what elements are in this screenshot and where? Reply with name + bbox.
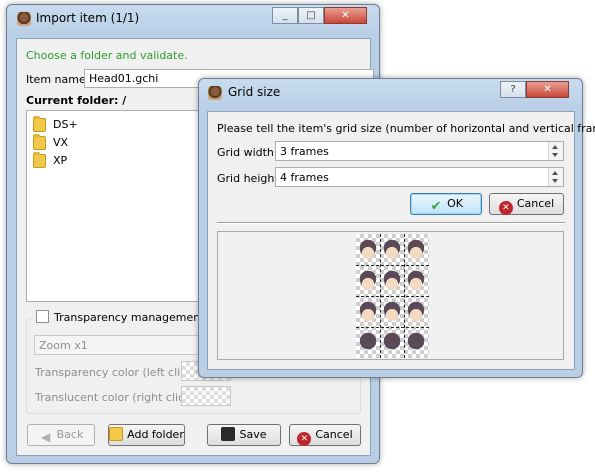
grid-width-stepper[interactable] [548,142,563,160]
back-button-label: Back [56,428,84,441]
transparency-label: Transparency management [54,311,205,324]
sprite-frame [382,301,402,321]
sprite-frame [382,270,402,290]
cancel-icon: ✕ [297,432,312,446]
ok-button-label: OK [447,197,463,210]
save-button-label: Save [239,428,267,441]
transparency-color-label: Transparency color (left click) [35,366,197,379]
close-button[interactable]: ✕ [526,81,569,98]
sprite-frame [382,239,402,259]
folder-label: DS+ [53,118,78,131]
sprite-frame [382,332,402,352]
grid-prompt-text: Please tell the item's grid size (number… [217,122,595,135]
add-folder-button[interactable]: Add folder [108,424,185,446]
current-folder-label: Current folder: / [26,94,127,107]
grid-height-value: 4 frames [280,171,329,184]
cancel-icon: ✕ [498,201,513,215]
minimize-button[interactable]: _ [272,7,298,24]
item-name-value: Head01.gchi [89,72,159,85]
import-titlebar[interactable]: Import item (1/1) _ □ ✕ [7,5,379,33]
transparency-checkbox-row[interactable]: Transparency management [33,310,208,326]
add-folder-icon [109,427,124,441]
grid-size-dialog: Grid size ? ✕ Please tell the item's gri… [198,78,595,378]
checkmark-icon: ✔ [430,199,442,214]
zoom-value: Zoom x1 [39,339,88,352]
help-button[interactable]: ? [500,81,526,98]
maximize-button[interactable]: □ [298,7,324,24]
chevron-down-icon[interactable] [552,153,558,157]
grid-width-value: 3 frames [280,145,329,158]
save-icon [221,427,236,441]
sprite-frame [406,301,426,321]
save-button[interactable]: Save [207,424,281,446]
grid-line-h2 [356,296,429,297]
sprite-preview-panel [217,231,564,360]
translucent-color-label: Translucent color (right click) [35,391,195,404]
sprite-sheet [356,234,429,358]
close-button[interactable]: ✕ [324,7,367,24]
ok-button[interactable]: ✔ OK [410,193,482,215]
app-icon [17,12,31,26]
chevron-down-icon[interactable] [552,179,558,183]
folder-icon [33,134,46,150]
grid-client-area: Please tell the item's grid size (number… [207,111,595,370]
folder-icon [33,152,46,168]
sprite-frame [358,239,378,259]
chevron-up-icon[interactable] [552,145,558,149]
add-folder-button-label: Add folder [127,428,184,441]
item-name-label: Item name [26,73,86,86]
app-icon [208,86,222,100]
sprite-frame [406,332,426,352]
back-arrow-icon: ◀ [41,430,51,444]
folder-label: VX [53,136,69,149]
sprite-frame [406,239,426,259]
grid-height-stepper[interactable] [548,168,563,186]
sprite-frame [358,332,378,352]
grid-height-spinbox[interactable]: 4 frames [275,167,564,187]
sprite-frame [358,301,378,321]
cancel-button[interactable]: ✕ Cancel [289,424,361,446]
instruction-text: Choose a folder and validate. [26,49,188,62]
folder-icon [33,116,46,132]
folder-label: XP [53,154,68,167]
sprite-frame [358,270,378,290]
grid-dialog-title: Grid size [228,85,281,99]
grid-height-label: Grid height [217,172,279,185]
transparency-checkbox[interactable] [36,310,49,323]
grid-width-label: Grid width [217,146,274,159]
cancel-button-label: Cancel [315,428,353,441]
chevron-up-icon[interactable] [552,171,558,175]
grid-cancel-button-label: Cancel [516,197,555,210]
grid-line-h1 [356,265,429,266]
grid-cancel-button[interactable]: ✕ Cancel [489,193,564,215]
separator-line [217,222,565,224]
import-window-title: Import item (1/1) [36,11,140,25]
back-button: ◀ Back [27,424,95,446]
grid-line-h3 [356,327,429,328]
translucent-color-swatch [181,386,231,406]
grid-width-spinbox[interactable]: 3 frames [275,141,564,161]
grid-titlebar[interactable]: Grid size ? ✕ [199,79,582,107]
sprite-frame [406,270,426,290]
